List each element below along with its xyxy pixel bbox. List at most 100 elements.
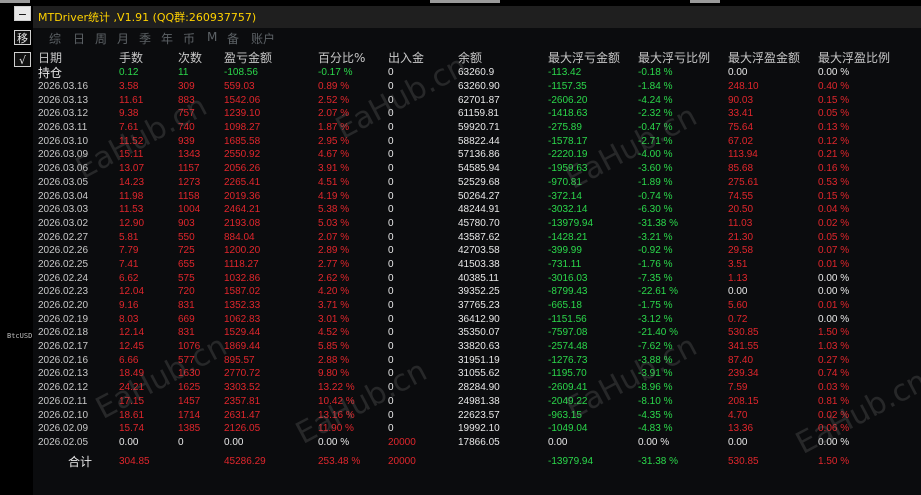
- cell-lots: 15.11: [119, 149, 144, 161]
- cell-inout: 0: [388, 272, 394, 284]
- cell-max-loss: -275.89: [548, 122, 582, 134]
- cell-inout: 0: [388, 190, 394, 202]
- move-button[interactable]: 移: [14, 30, 31, 45]
- cell-pnl: 2550.92: [224, 149, 261, 161]
- table-row[interactable]: 2026.02.20 9.16 831 1352.33 3.71 % 0 37765.23 -…: [36, 299, 921, 313]
- window-title: MTDriver统计 ,V1.91 (QQ群:260937757): [38, 11, 257, 24]
- cell-pnl: 1239.10: [224, 108, 261, 120]
- cell-date: 2026.02.11: [38, 395, 88, 407]
- table-row[interactable]: 2026.02.18 12.14 831 1529.44 4.52 % 0 35350.07…: [36, 326, 921, 340]
- table-row[interactable]: 2026.02.19 8.03 669 1062.83 3.01 % 0 36412.90 -…: [36, 313, 921, 327]
- holding-max-profit-pct: 0.00 %: [818, 67, 850, 78]
- cell-count: 1004: [178, 204, 201, 216]
- cell-balance: 50264.27: [458, 190, 500, 202]
- cell-max-loss: -2609.41: [548, 382, 588, 394]
- cell-inout: 0: [388, 135, 394, 147]
- table-row[interactable]: 2026.02.23 12.04 720 1587.02 4.20 % 0 39352.25…: [36, 285, 921, 299]
- cell-date: 2026.02.25: [38, 258, 89, 270]
- cell-max-loss-pct: -22.61 %: [638, 286, 679, 298]
- cell-max-profit-pct: 0.05 %: [818, 231, 850, 243]
- window-titlebar[interactable]: MTDriver统计 ,V1.91 (QQ群:260937757): [33, 6, 921, 28]
- tab-year[interactable]: 年: [161, 30, 173, 47]
- cell-count: 725: [178, 245, 195, 257]
- tab-notes[interactable]: 备: [227, 30, 239, 47]
- cell-inout: 0: [388, 382, 394, 394]
- tab-overview[interactable]: 综: [49, 30, 61, 47]
- table-row[interactable]: 2026.02.10 18.61 1714 2631.47 13.16 % 0 22623.…: [36, 409, 921, 423]
- minimize-button[interactable]: −: [14, 6, 31, 21]
- cell-max-loss: -1157.35: [548, 81, 587, 92]
- table-row[interactable]: 2026.03.02 12.90 903 2193.08 5.03 % 0 45780.70…: [36, 217, 921, 231]
- cell-max-loss: -13979.94: [548, 217, 594, 229]
- table-row[interactable]: 2026.02.09 15.74 1385 2126.05 11.90 % 0 19992.…: [36, 422, 921, 436]
- table-row[interactable]: 2026.03.11 7.61 740 1098.27 1.87 % 0 59920.71 -…: [36, 121, 921, 135]
- cell-date: 2026.03.11: [38, 122, 88, 134]
- cell-inout: 0: [388, 286, 394, 298]
- tab-day[interactable]: 日: [73, 30, 85, 47]
- holding-balance: 63260.9: [458, 67, 495, 78]
- cell-max-profit-pct: 0.00 %: [818, 436, 850, 448]
- cell-pnl: 1685.58: [224, 135, 261, 147]
- table-row[interactable]: 2026.03.04 11.98 1158 2019.36 4.19 % 0 50264.2…: [36, 190, 921, 204]
- tab-week[interactable]: 周: [95, 30, 107, 47]
- cell-inout: 0: [388, 395, 394, 407]
- table-row[interactable]: 2026.03.12 9.38 757 1239.10 2.07 % 0 61159.81 -…: [36, 107, 921, 121]
- holding-row[interactable]: 持仓 0.12 11 -108.56 -0.17 % 0 63260.9 -11…: [36, 66, 921, 80]
- cell-count: 577: [178, 354, 195, 366]
- cell-date: 2026.02.13: [38, 368, 89, 380]
- table-row[interactable]: 2026.03.03 11.53 1004 2464.21 5.38 % 0 48244.9…: [36, 203, 921, 217]
- tab-account[interactable]: 账户: [251, 30, 275, 47]
- tab-quarter[interactable]: 季: [139, 30, 151, 47]
- cell-lots: 14.23: [119, 176, 145, 188]
- cell-date: 2026.02.27: [38, 231, 89, 243]
- cell-max-profit-pct: 0.53 %: [818, 176, 850, 188]
- cell-pct: 2.95 %: [318, 135, 350, 147]
- table-row[interactable]: 2026.02.17 12.45 1076 1869.44 5.85 % 0 33820.6…: [36, 340, 921, 354]
- cell-pct: 0.00 %: [318, 436, 350, 448]
- table-row[interactable]: 2026.02.27 5.81 550 884.04 2.07 % 0 43587.62 -1…: [36, 231, 921, 245]
- cell-max-loss: -2049.22: [548, 395, 588, 407]
- cell-inout: 0: [388, 245, 394, 257]
- table-row[interactable]: 2026.03.06 13.07 1157 2056.26 3.91 % 0 54585.9…: [36, 162, 921, 176]
- cell-inout: 0: [388, 409, 394, 421]
- tab-magic[interactable]: M: [207, 30, 217, 44]
- cell-max-loss-pct: -2.32 %: [638, 108, 673, 120]
- table-row[interactable]: 2026.02.05 0.00 0 0.00 0.00 % 20000 17866.05 0.…: [36, 436, 921, 450]
- cell-lots: 18.61: [119, 409, 145, 421]
- cell-pct: 4.51 %: [318, 176, 350, 188]
- top-divider: [690, 0, 720, 3]
- cell-max-loss-pct: -8.96 %: [638, 382, 673, 394]
- cell-lots: 12.04: [119, 286, 145, 298]
- table-row[interactable]: 2026.02.16 6.66 577 895.57 2.88 % 0 31951.19 -1…: [36, 354, 921, 368]
- tab-month[interactable]: 月: [117, 30, 129, 47]
- table-row[interactable]: 2026.03.13 11.61 883 1542.06 2.52 % 0 62701.87…: [36, 94, 921, 108]
- cell-max-profit-pct: 0.15 %: [818, 94, 850, 106]
- holding-max-loss: -113.42: [548, 67, 582, 78]
- cell-max-profit-pct: 0.01 %: [818, 300, 850, 311]
- cell-pct: 4.19 %: [318, 190, 350, 202]
- cell-lots: 5.81: [119, 231, 139, 243]
- table-row[interactable]: 2026.02.11 17.15 1457 2357.81 10.42 % 0 24981.…: [36, 395, 921, 409]
- table-row[interactable]: 2026.03.05 14.23 1273 2265.41 4.51 % 0 52529.6…: [36, 176, 921, 190]
- table-row[interactable]: 2026.03.09 15.11 1343 2550.92 4.67 % 0 57136.8…: [36, 148, 921, 162]
- cell-max-profit: 4.70: [728, 409, 748, 421]
- cell-max-loss-pct: -8.10 %: [638, 395, 673, 407]
- table-row[interactable]: 2026.03.16 3.58 309 559.03 0.89 % 0 63260.90 -1…: [36, 80, 921, 94]
- cell-pct: 3.91 %: [318, 163, 350, 175]
- table-row[interactable]: 2026.03.10 11.52 939 1685.58 2.95 % 0 58822.44…: [36, 135, 921, 149]
- holding-pnl: -108.56: [224, 67, 258, 78]
- table-row[interactable]: 2026.02.12 24.21 1625 3303.52 13.22 % 0 28284.…: [36, 381, 921, 395]
- table-row[interactable]: 2026.02.13 18.49 1630 2770.72 9.80 % 0 31055.6…: [36, 367, 921, 381]
- cell-pnl: 2464.21: [224, 204, 261, 216]
- cell-max-profit-pct: 0.06 %: [818, 423, 850, 435]
- table-row[interactable]: 2026.02.25 7.41 655 1118.27 2.77 % 0 41503.38 -…: [36, 258, 921, 272]
- cell-pct: 2.07 %: [318, 108, 350, 120]
- cell-pnl: 895.57: [224, 354, 255, 366]
- confirm-button[interactable]: √: [14, 52, 31, 67]
- cell-max-profit: 11.03: [728, 217, 753, 229]
- tab-currency[interactable]: 币: [183, 30, 195, 47]
- col-pnl: 盈亏金额: [224, 51, 273, 65]
- cell-date: 2026.02.10: [38, 409, 89, 421]
- table-row[interactable]: 2026.02.24 6.62 575 1032.86 2.62 % 0 40385.11 -…: [36, 272, 921, 286]
- table-row[interactable]: 2026.02.26 7.79 725 1200.20 2.89 % 0 42703.58 -…: [36, 244, 921, 258]
